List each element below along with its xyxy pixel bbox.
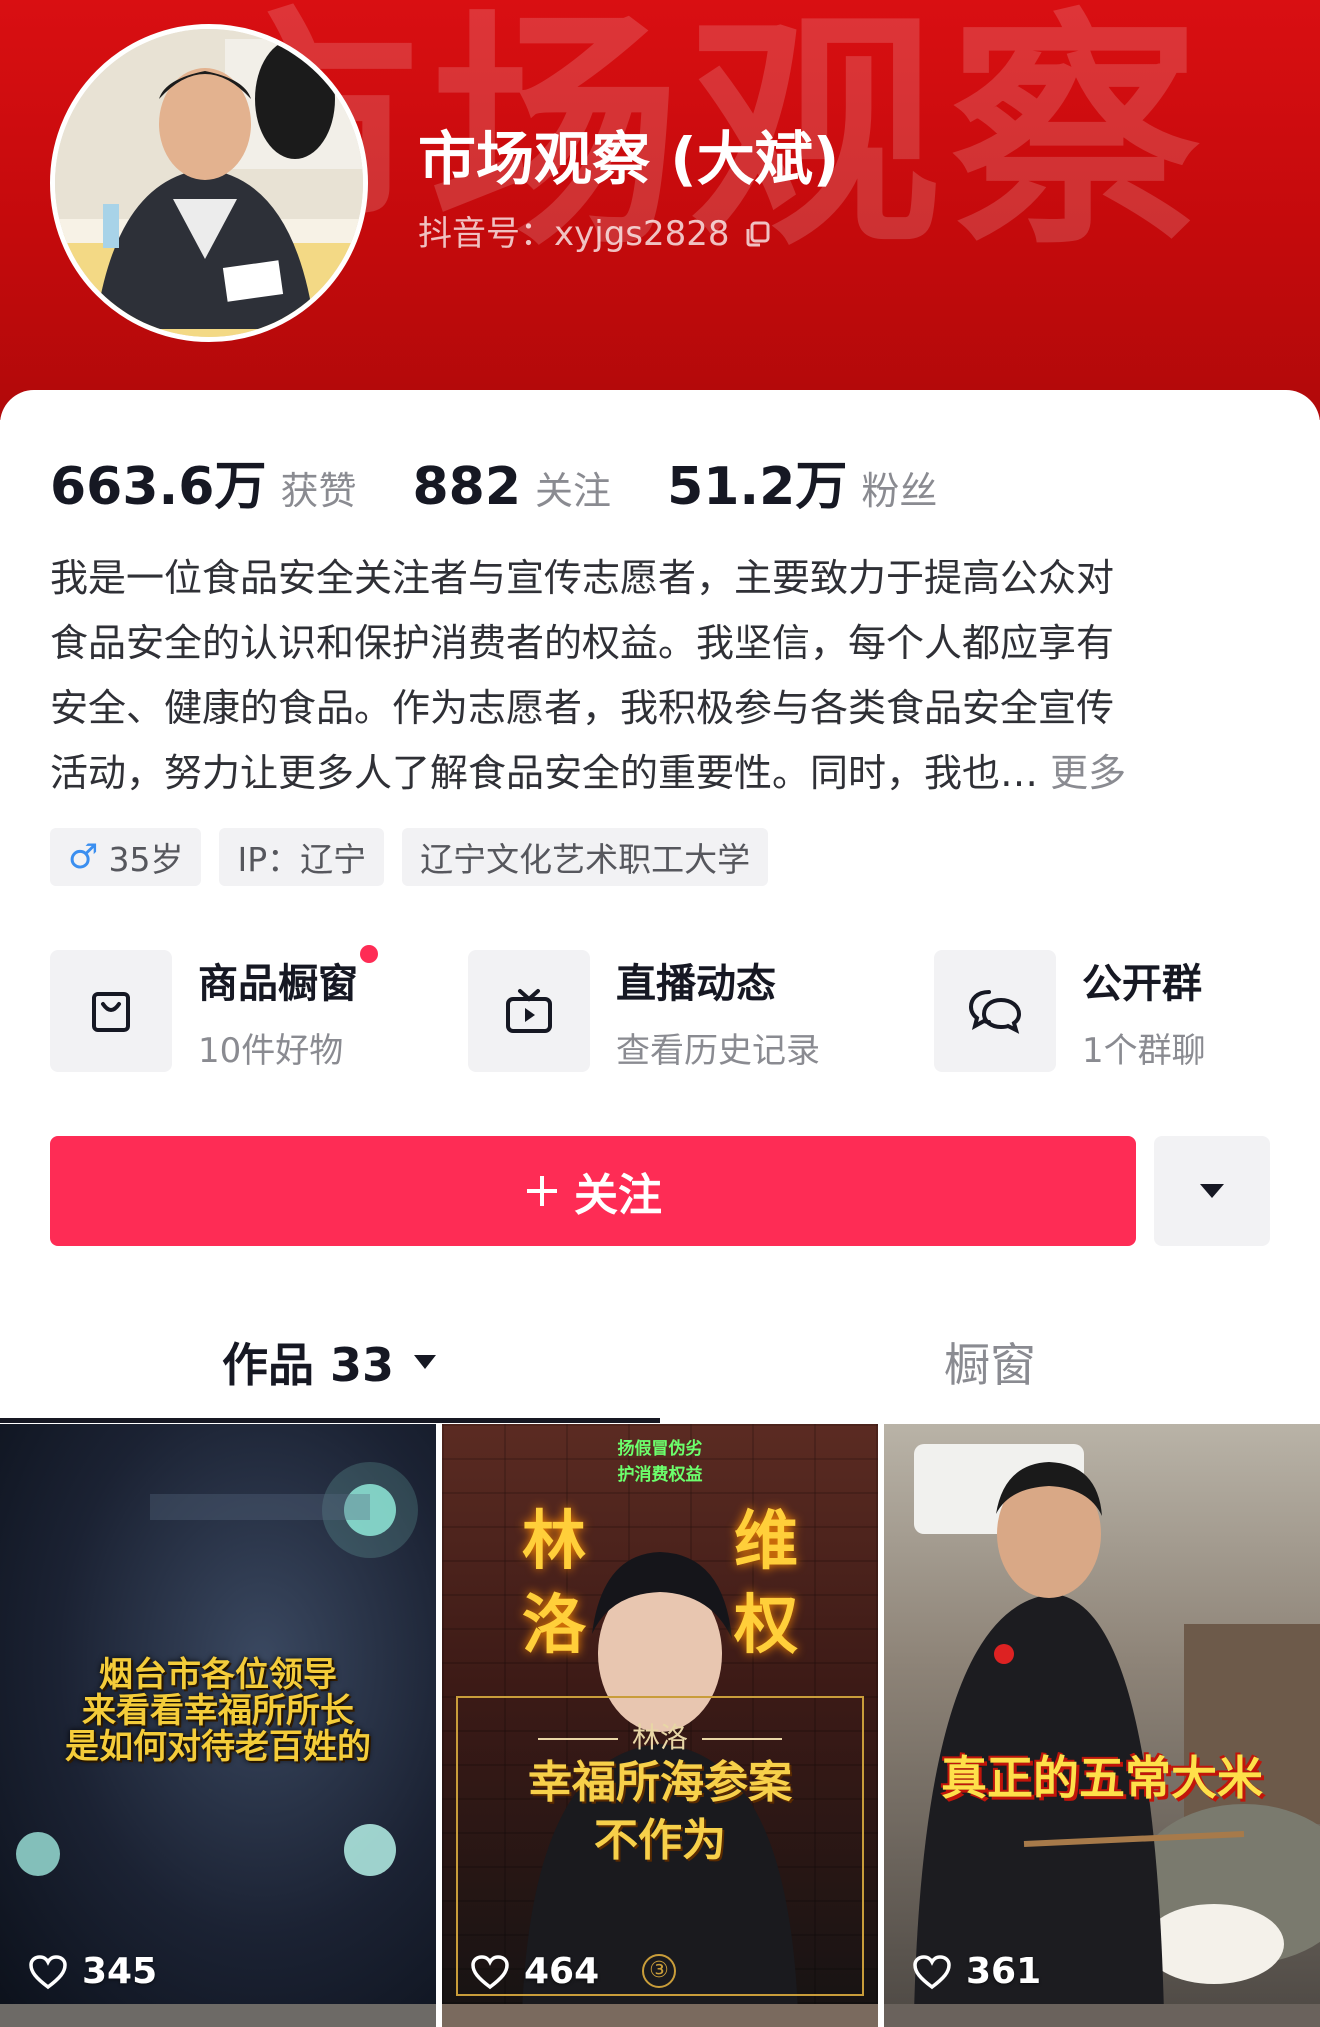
feature-group[interactable]: 公开群 1个群聊 [934, 950, 1206, 1072]
video-caption: 烟台市各位领导 来看看幸福所所长 是如何对待老百姓的 [65, 1655, 371, 1767]
feature-live[interactable]: 直播动态 查看历史记录 [468, 950, 820, 1072]
display-name: 市场观察 (大斌) [418, 125, 840, 193]
profile-banner: 市场观察 市场观察 (大斌) 抖音号：xyjgs2828 [0, 0, 1320, 420]
account-id-row[interactable]: 抖音号：xyjgs2828 [418, 206, 772, 255]
male-icon: ♂ [68, 837, 99, 877]
video-name-label: 林洛 [442, 1716, 878, 1756]
bio-line: 我是一位食品安全关注者与宣传志愿者，主要致力于提高公众对 [50, 556, 1115, 600]
bio[interactable]: 我是一位食品安全关注者与宣传志愿者，主要致力于提高公众对 食品安全的认识和保护消… [50, 546, 1280, 806]
stat-likes-value: 663.6万 [50, 457, 267, 517]
tag-age: 35岁 [108, 840, 184, 879]
video-thumbnail-partial[interactable] [442, 2004, 878, 2027]
video-badge: ③ [642, 1954, 676, 1988]
content-tabs: 作品 33 橱窗 [0, 1302, 1320, 1426]
tag-gender-age: ♂ 35岁 [50, 828, 202, 886]
stat-following-label: 关注 [535, 469, 612, 513]
caret-down-icon [1200, 1184, 1224, 1198]
feature-shop-subtitle: 10件好物 [198, 1030, 344, 1071]
active-tab-indicator [0, 1418, 660, 1423]
video-big-char: 林 [522, 1505, 586, 1579]
video-thumbnail-partial[interactable] [884, 2004, 1320, 2027]
tab-works[interactable]: 作品 33 [0, 1302, 660, 1422]
follow-button[interactable]: 关注 [50, 1136, 1136, 1246]
feature-group-subtitle: 1个群聊 [1082, 1030, 1206, 1071]
live-tv-icon [468, 950, 590, 1072]
tab-works-label: 作品 33 [221, 1338, 395, 1392]
feature-live-subtitle: 查看历史记录 [616, 1030, 820, 1071]
video-thumbnail[interactable]: 烟台市各位领导 来看看幸福所所长 是如何对待老百姓的 345 [0, 1424, 436, 2014]
video-caption: 幸福所海参案 不作为 [528, 1757, 792, 1866]
stat-following-value: 882 [412, 457, 522, 517]
caret-down-icon [414, 1355, 437, 1369]
copy-icon[interactable] [744, 217, 772, 246]
feature-live-title: 直播动态 [616, 960, 776, 1007]
feature-group-title: 公开群 [1082, 960, 1202, 1007]
video-likes: 361 [912, 1951, 1041, 1992]
video-thumbnail[interactable]: 真正的五常大米 361 [884, 1424, 1320, 2014]
group-chat-icon [934, 950, 1056, 1072]
tab-shop-window[interactable]: 橱窗 [660, 1302, 1320, 1422]
profile-tags: ♂ 35岁 IP：辽宁 辽宁文化艺术职工大学 [50, 828, 769, 886]
account-id-text: 抖音号：xyjgs2828 [418, 214, 730, 254]
feature-shop-title: 商品橱窗 [198, 944, 378, 1009]
avatar-photo [55, 29, 363, 337]
stat-followers-label: 粉丝 [861, 469, 938, 513]
bio-line: 食品安全的认识和保护消费者的权益。我坚信，每个人都应享有 [50, 621, 1115, 665]
video-caption: 真正的五常大米 [941, 1751, 1263, 1805]
tag-school[interactable]: 辽宁文化艺术职工大学 [402, 828, 769, 886]
stat-following[interactable]: 882 关注 [413, 457, 612, 517]
heart-icon [29, 1954, 67, 1989]
video-thumbnail-image [914, 1444, 1320, 2014]
follow-button-label: 关注 [574, 1170, 662, 1221]
stat-followers-value: 51.2万 [667, 457, 848, 517]
heart-icon [471, 1954, 509, 1989]
video-thumbnail[interactable]: 扬假冒伪劣 护消费权益 林 洛 维 权 林洛 幸福所海参案 不作为 ③ 464 [442, 1424, 878, 2014]
heart-icon [913, 1954, 951, 1989]
bio-more-link[interactable]: 更多 [1050, 751, 1126, 795]
plus-icon [527, 1176, 557, 1206]
feature-shop-window[interactable]: 商品橱窗 10件好物 [50, 944, 378, 1072]
notification-dot [360, 944, 378, 963]
bio-line-last: 活动，努力让更多人了解食品安全的重要性。同时，我也… 更多 [50, 751, 1127, 795]
video-likes: 464 [470, 1951, 599, 1992]
bio-line: 安全、健康的食品。作为志愿者，我积极参与各类食品安全宣传 [50, 686, 1115, 730]
stat-followers[interactable]: 51.2万 粉丝 [667, 444, 937, 519]
more-options-button[interactable] [1154, 1136, 1270, 1246]
feature-row: 商品橱窗 10件好物 直播动态 查看历史记录 公开群 1个群聊 [50, 944, 1290, 1072]
video-thumbnail-partial[interactable] [0, 2004, 436, 2027]
shopping-bag-icon [50, 950, 172, 1072]
avatar[interactable] [50, 24, 368, 342]
stat-likes-label: 获赞 [280, 469, 357, 513]
stats-row: 663.6万 获赞 882 关注 51.2万 粉丝 [50, 444, 937, 519]
tag-ip: IP：辽宁 [219, 828, 385, 886]
video-big-char: 权 [734, 1589, 798, 1663]
video-grid: 烟台市各位领导 来看看幸福所所长 是如何对待老百姓的 345 扬假冒伪劣 护消费… [0, 1424, 1320, 2027]
video-big-char: 维 [734, 1505, 798, 1579]
video-big-char: 洛 [522, 1589, 586, 1663]
stat-likes[interactable]: 663.6万 获赞 [50, 444, 357, 519]
video-likes: 345 [28, 1951, 157, 1992]
